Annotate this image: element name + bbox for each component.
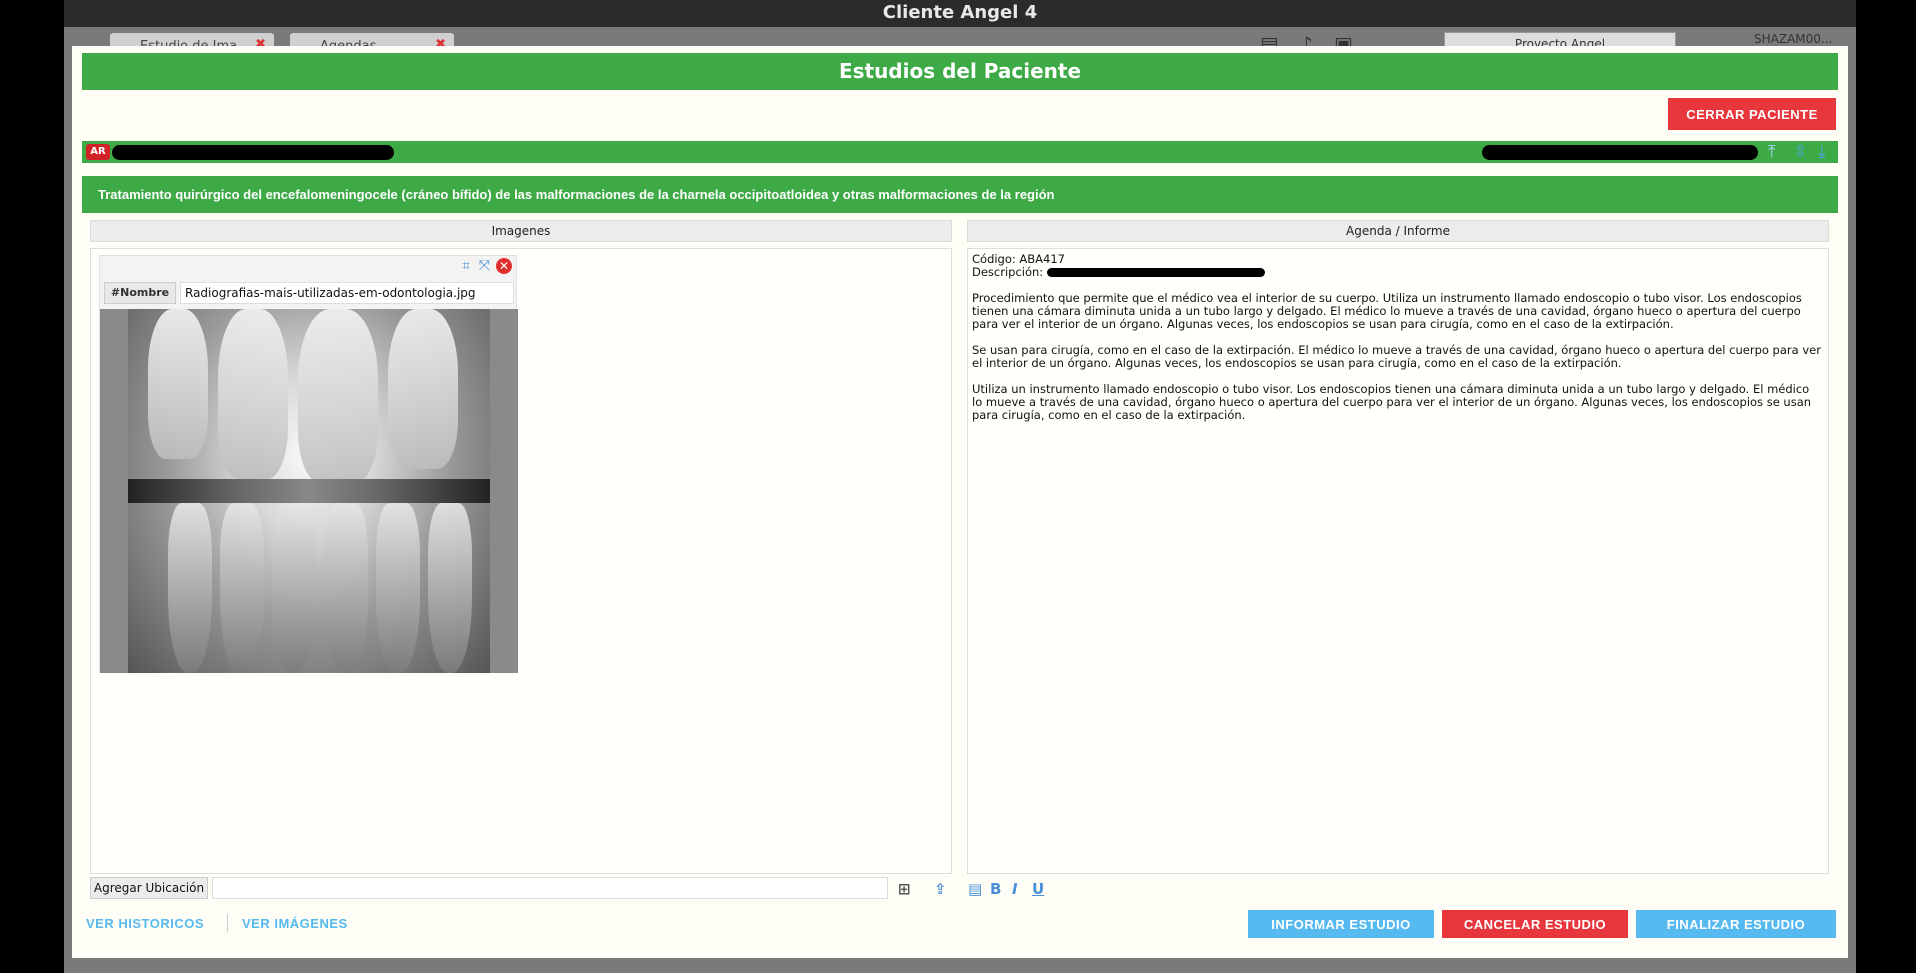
lower-tooth (376, 503, 420, 673)
sort-bottom-icon[interactable]: ⤓ (1818, 142, 1826, 162)
xray-picture (128, 309, 490, 673)
view-history-link[interactable]: VER HISTORICOS (86, 916, 204, 931)
location-input[interactable] (212, 877, 888, 899)
image-name-label: #Nombre (104, 282, 176, 304)
italic-icon[interactable]: I (1012, 880, 1018, 898)
close-patient-button[interactable]: CERRAR PACIENTE (1668, 98, 1836, 130)
crop-icon[interactable]: ⌗ (462, 258, 470, 274)
lower-tooth (168, 503, 212, 673)
lower-tooth (220, 503, 264, 673)
underline-icon[interactable]: U (1032, 880, 1044, 898)
cancel-study-button[interactable]: CANCELAR ESTUDIO (1442, 910, 1628, 938)
window-title: Cliente Angel 4 (64, 0, 1856, 27)
upper-tooth (148, 309, 208, 459)
report-paragraph: Utiliza un instrumento llamado endoscopi… (972, 382, 1812, 422)
report-description-line: Descripción: (972, 266, 1822, 279)
report-header: Agenda / Informe (967, 220, 1829, 242)
redacted-patient-name (112, 145, 394, 160)
view-images-link[interactable]: VER IMÁGENES (242, 916, 348, 931)
sort-top-icon[interactable]: ⤒ (1768, 142, 1776, 162)
sort-middle-icon[interactable]: ⇳ (1793, 142, 1807, 162)
lower-tooth (324, 503, 368, 673)
patient-bar: AR ⤒ ⇳ ⤓ (82, 141, 1838, 163)
image-card: ⌗ ⤧ ✕ #Nombre Radiografias-mais-utilizad… (99, 255, 518, 673)
report-description-label: Descripción: (972, 265, 1044, 279)
report-editor[interactable]: Código: ABA417 Descripción: Procedimient… (972, 253, 1822, 435)
upload-icon[interactable]: ⇪ (934, 880, 947, 898)
finalize-study-button[interactable]: FINALIZAR ESTUDIO (1636, 910, 1836, 938)
upper-tooth (388, 309, 458, 469)
modal-title: Estudios del Paciente (82, 53, 1838, 90)
xray-image[interactable] (100, 309, 518, 673)
upper-tooth (218, 309, 288, 479)
footer-divider (227, 914, 228, 932)
images-panel: ⌗ ⤧ ✕ #Nombre Radiografias-mais-utilizad… (90, 248, 952, 874)
close-icon[interactable]: ✕ (496, 258, 512, 274)
image-name-field[interactable]: Radiografias-mais-utilizadas-em-odontolo… (180, 282, 514, 304)
lower-tooth (272, 503, 316, 673)
report-paragraph: Se usan para cirugía, como en el caso de… (972, 343, 1821, 370)
bold-icon[interactable]: B (990, 880, 1001, 898)
report-paragraph: Procedimiento que permite que el médico … (972, 291, 1802, 331)
bg-user-name[interactable]: SHAZAM00... (1754, 32, 1832, 46)
procedure-title: Tratamiento quirúrgico del encefalomenin… (82, 176, 1838, 213)
file-icon[interactable]: ▤ (968, 880, 982, 898)
expand-icon[interactable]: ⤧ (479, 258, 490, 274)
studies-modal: Estudios del Paciente CERRAR PACIENTE AR… (72, 46, 1848, 958)
patient-badge: AR (86, 144, 110, 160)
report-code: Código: ABA417 (972, 252, 1065, 266)
add-location-button[interactable]: Agregar Ubicación (90, 877, 208, 899)
report-panel[interactable]: Código: ABA417 Descripción: Procedimient… (967, 248, 1829, 874)
redacted-patient-info (1482, 145, 1758, 160)
redacted-description (1046, 268, 1265, 277)
add-icon[interactable]: ⊞ (898, 880, 911, 898)
report-study-button[interactable]: INFORMAR ESTUDIO (1248, 910, 1434, 938)
upper-tooth (298, 309, 378, 484)
lower-tooth (428, 503, 472, 673)
images-header: Imagenes (90, 220, 952, 242)
bite-gap (128, 479, 490, 503)
